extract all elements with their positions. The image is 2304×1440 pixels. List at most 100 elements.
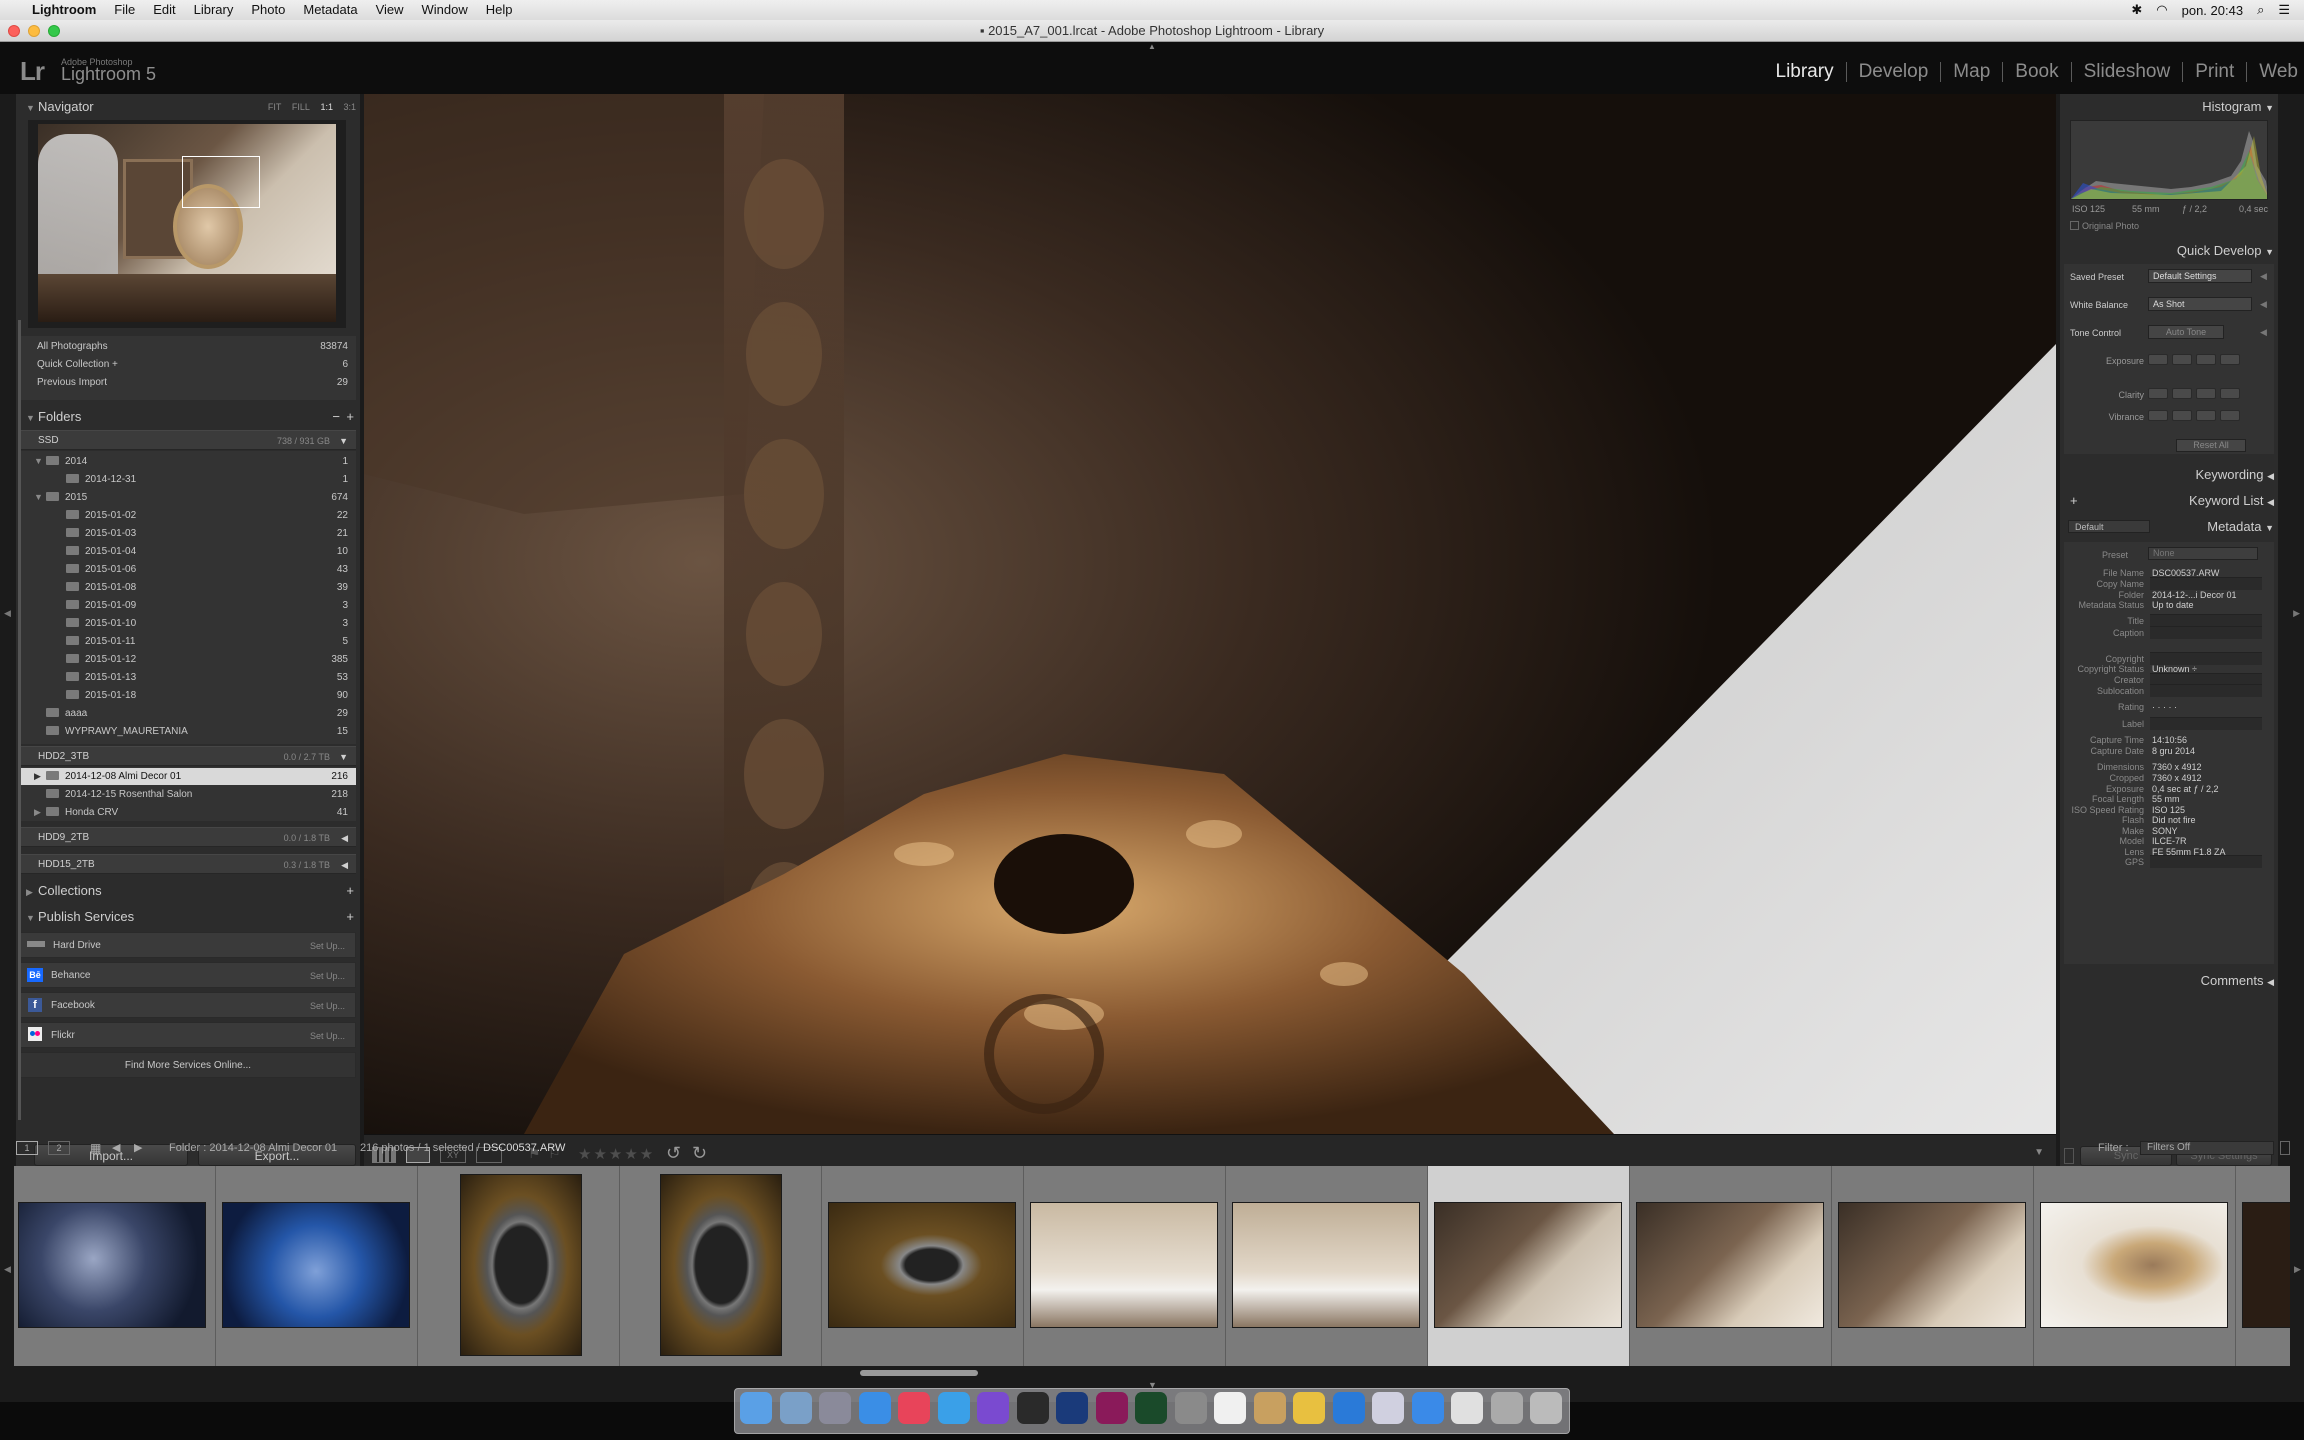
volume-hdd2[interactable]: HDD2_3TB 0.0 / 2.7 TB ▼ (20, 746, 356, 766)
menu-metadata[interactable]: Metadata (294, 0, 366, 20)
filter-lock-icon[interactable] (2280, 1141, 2290, 1155)
metadata-view-select[interactable]: Default (2068, 520, 2150, 533)
menu-help[interactable]: Help (477, 0, 522, 20)
volume-collapse-icon[interactable]: ▼ (339, 747, 348, 767)
zoom-fit[interactable]: FIT (268, 102, 282, 112)
right-panel-toggle-icon[interactable]: ▶ (2293, 608, 2300, 619)
module-web[interactable]: Web (2246, 62, 2304, 82)
forward-arrow-icon[interactable]: ▶ (134, 1136, 142, 1160)
navigator-header[interactable]: ▼ Navigator FIT FILL 1:1 3:1 (26, 96, 356, 118)
module-library[interactable]: Library (1764, 62, 1846, 82)
folder-row[interactable]: 2015-01-10 3 (20, 615, 356, 632)
mail-icon[interactable] (1411, 1392, 1444, 1424)
exposure-decrease-large[interactable] (2148, 354, 2168, 365)
numbers-icon[interactable] (1293, 1392, 1325, 1424)
menu-file[interactable]: File (105, 0, 144, 20)
keyword-add-icon[interactable]: + (2070, 490, 2078, 512)
volume-collapse-icon[interactable]: ▼ (339, 431, 348, 451)
catalog-item-quick-collection[interactable]: Quick Collection +6 (20, 356, 356, 373)
loupe-view[interactable] (364, 94, 2056, 1134)
zoom-fill[interactable]: FILL (292, 102, 310, 112)
metadata-input[interactable] (2150, 717, 2262, 730)
folder-row[interactable]: 2015-01-06 43 (20, 561, 356, 578)
calendar-icon[interactable] (1214, 1392, 1246, 1424)
folder-row[interactable]: 2015-01-12 385 (20, 651, 356, 668)
folders-remove-icon[interactable]: − (332, 406, 340, 428)
filmstrip-cell[interactable] (1024, 1166, 1226, 1366)
metadata-input[interactable] (2150, 855, 2262, 868)
exposure-increase-large[interactable] (2220, 354, 2240, 365)
launchpad-icon[interactable] (819, 1392, 851, 1424)
saved-preset-select[interactable]: Default Settings (2148, 269, 2252, 283)
filmstrip-cell[interactable] (822, 1166, 1024, 1366)
top-panel-toggle-icon[interactable]: ▲ (1148, 42, 1156, 51)
wifi-icon[interactable]: ◠ (2156, 2, 2167, 18)
zoom-3-1[interactable]: 3:1 (343, 102, 356, 112)
clarity-decrease[interactable] (2172, 388, 2192, 399)
collections-header[interactable]: ▶ Collections + (26, 880, 356, 902)
folder-row[interactable]: 2015-01-11 5 (20, 633, 356, 650)
finder-icon[interactable] (740, 1392, 772, 1424)
volume-hdd15[interactable]: HDD15_2TB 0.3 / 1.8 TB ◀ (20, 854, 356, 874)
clarity-increase[interactable] (2196, 388, 2216, 399)
left-panel-toggle-icon[interactable]: ◀ (4, 608, 11, 619)
white-balance-select[interactable]: As Shot (2148, 297, 2252, 311)
keyword-list-header[interactable]: + Keyword List ◀ (2066, 490, 2274, 512)
folder-row[interactable]: 2014-12-31 1 (20, 471, 356, 488)
menu-window[interactable]: Window (413, 0, 477, 20)
filmstrip-cell-selected[interactable] (1428, 1166, 1630, 1366)
back-arrow-icon[interactable]: ◀ (112, 1136, 120, 1160)
volume-hdd9[interactable]: HDD9_2TB 0.0 / 1.8 TB ◀ (20, 827, 356, 847)
tone-control-expand-icon[interactable]: ◀ (2260, 327, 2267, 338)
filter-select[interactable]: Filters Off (2140, 1141, 2274, 1155)
spotlight-search-icon[interactable]: ⌕ (2257, 2, 2264, 18)
saved-preset-expand-icon[interactable]: ◀ (2260, 271, 2267, 282)
module-develop[interactable]: Develop (1845, 62, 1941, 82)
filmstrip-cell[interactable] (1226, 1166, 1428, 1366)
documents-icon[interactable] (1451, 1392, 1483, 1424)
module-book[interactable]: Book (2002, 62, 2070, 82)
expanded-triangle-icon[interactable]: ▼ (34, 453, 46, 470)
vibrance-decrease-large[interactable] (2148, 410, 2168, 421)
filmstrip-cell[interactable] (216, 1166, 418, 1366)
itunes-icon[interactable] (898, 1392, 930, 1424)
folders-add-icon[interactable]: + (346, 406, 354, 428)
volume-expand-icon[interactable]: ◀ (341, 855, 348, 875)
filmstrip-left-toggle-icon[interactable]: ◀ (4, 1264, 11, 1275)
menu-photo[interactable]: Photo (242, 0, 294, 20)
messages-icon[interactable] (1372, 1392, 1404, 1424)
folder-row[interactable]: 2014-12-15 Rosenthal Salon 218 (20, 786, 356, 803)
folder-row[interactable]: 2015-01-03 21 (20, 525, 356, 542)
filmstrip-cell[interactable] (1832, 1166, 2034, 1366)
left-panel-scrollbar[interactable] (18, 320, 21, 1120)
folder-row[interactable]: 2015-01-08 39 (20, 579, 356, 596)
folder-row[interactable]: 2015-01-04 10 (20, 543, 356, 560)
original-photo-checkbox[interactable]: Original Photo (2070, 221, 2139, 231)
navigator-preview[interactable] (28, 120, 346, 328)
vibrance-increase-large[interactable] (2220, 410, 2240, 421)
close-window-button[interactable] (8, 25, 20, 37)
filmstrip-cell[interactable] (1630, 1166, 1832, 1366)
catalog-item-previous-import[interactable]: Previous Import 29 (20, 374, 356, 391)
metadata-input[interactable] (2150, 626, 2262, 639)
service-behance[interactable]: Bē Behance Set Up... (20, 962, 356, 988)
folder-row[interactable]: ▼ 2015 674 (20, 489, 356, 506)
system-preferences-icon[interactable] (1174, 1392, 1207, 1424)
keywording-header[interactable]: Keywording ◀ (2066, 464, 2274, 486)
folder-row[interactable]: 2015-01-18 90 (20, 687, 356, 704)
quick-develop-header[interactable]: Quick Develop ▼ (2066, 240, 2274, 262)
minimize-window-button[interactable] (28, 25, 40, 37)
app-menu[interactable]: Lightroom (23, 0, 105, 20)
module-map[interactable]: Map (1940, 62, 2002, 82)
filmstrip-source[interactable]: Folder : 2014-12-08 Almi Decor 01 (169, 1136, 337, 1160)
vibrance-decrease[interactable] (2172, 410, 2192, 421)
volume-expand-icon[interactable]: ◀ (341, 828, 348, 848)
module-slideshow[interactable]: Slideshow (2070, 62, 2183, 82)
collections-add-icon[interactable]: + (346, 880, 354, 902)
preview-icon[interactable] (779, 1392, 812, 1424)
catalog-item-all-photographs[interactable]: All Photographs 83874 (20, 338, 356, 355)
secondary-window-button[interactable]: 2 (48, 1141, 70, 1155)
service-flickr[interactable]: Flickr Set Up... (20, 1022, 356, 1048)
folder-row[interactable]: ▶ Honda CRV 41 (20, 804, 356, 821)
trash-icon[interactable] (1530, 1392, 1562, 1424)
